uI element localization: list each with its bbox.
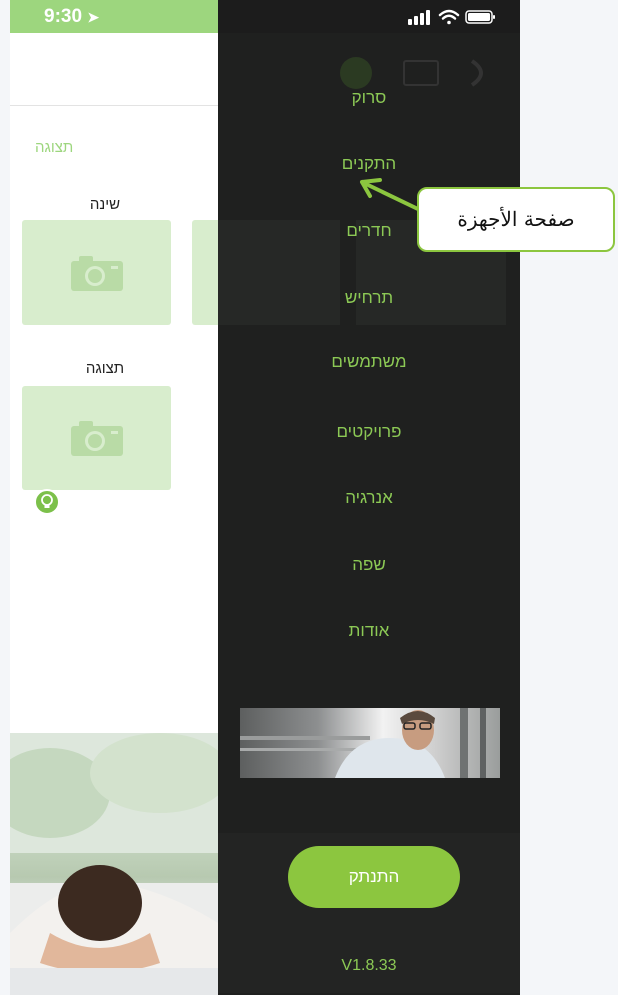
cellular-signal-icon [408,10,430,25]
room-tile-display[interactable] [22,386,171,490]
app-version: V1.8.33 [341,957,397,974]
tile-label-bedroom: שינה [89,196,121,213]
menu-item-scan[interactable]: סרוק [218,88,520,108]
status-bar: 9:30 ➤ [10,0,520,33]
lightbulb-icon [34,489,60,515]
camera-icon [70,255,123,291]
menu-item-language[interactable]: שפה [218,555,520,575]
menu-item-about[interactable]: אודות [218,621,520,641]
wifi-icon [438,9,460,25]
status-time-text: 9:30 [44,6,83,27]
background-app: תצוגה שינה תצוגה [10,33,232,995]
tile-label-display: תצוגה [85,360,125,377]
location-arrow-icon: ➤ [87,9,100,25]
drawer-banner-image [240,708,500,778]
section-title: תצוגה [35,139,74,156]
camera-icon [70,421,123,456]
battery-icon [465,10,495,24]
status-bar-left [10,0,218,33]
menu-item-devices[interactable]: התקנים [218,154,520,174]
status-time: 9:30 ➤ [44,6,99,28]
status-icons [408,9,495,25]
logout-button[interactable]: התנתק [288,846,460,908]
background-photo [10,733,218,995]
menu-item-energy[interactable]: אנרגיה [218,488,520,508]
menu-item-users[interactable]: משתמשים [218,352,520,372]
room-tile-bedroom[interactable] [22,220,171,325]
annotation-callout: صفحة الأجهزة [417,187,615,252]
menu-item-scenes[interactable]: תרחיש [218,288,520,308]
callout-arrow [360,178,422,212]
phone-screen: 9:30 ➤ תצוגה שינה תצוגה סרוק התקנים חדרי… [10,0,520,995]
menu-item-projects[interactable]: פרויקטים [218,422,520,442]
header-divider [10,105,218,106]
